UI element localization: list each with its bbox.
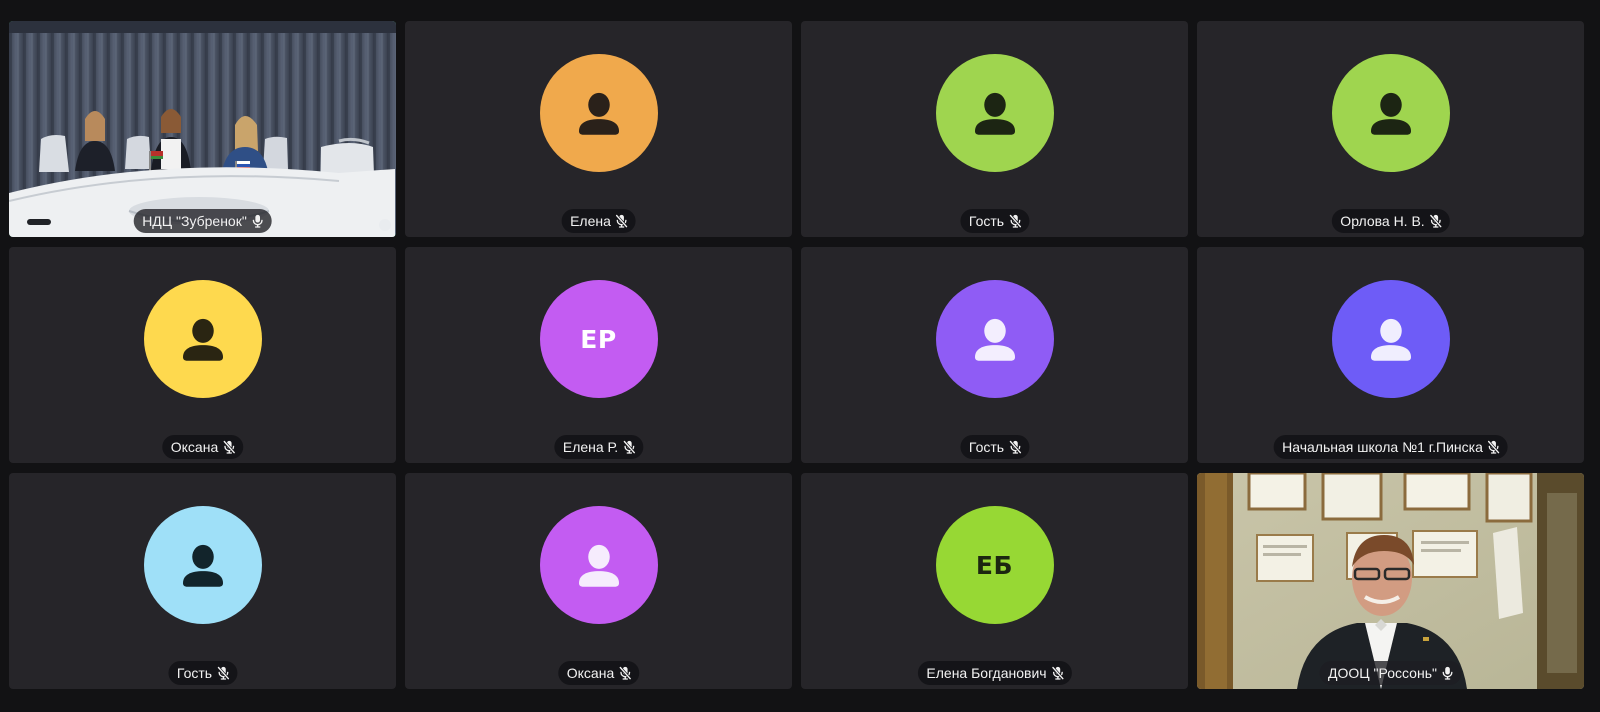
participant-tile[interactable]: Оксана	[405, 473, 792, 689]
person-icon	[1366, 314, 1416, 364]
participant-grid: НДЦ "Зубренок" Елена Гость Орлова Н. В. …	[9, 21, 1584, 691]
participant-name-label: ДООЦ "Россонь"	[1319, 661, 1462, 685]
microphone-muted-icon	[1009, 214, 1021, 228]
participant-name: Елена Р.	[562, 439, 619, 455]
participant-name-label: Гость	[167, 661, 238, 685]
avatar-initials: ЕБ	[975, 550, 1014, 580]
participant-name: Гость	[968, 439, 1005, 455]
participant-name: Орлова Н. В.	[1340, 213, 1425, 229]
person-icon	[1366, 88, 1416, 138]
participant-tile[interactable]: Начальная школа №1 г.Пинска	[1197, 247, 1584, 463]
participant-video	[9, 21, 396, 237]
participant-tile[interactable]: Елена	[405, 21, 792, 237]
participant-tile[interactable]: ЕР Елена Р.	[405, 247, 792, 463]
avatar-initials: ЕР	[580, 324, 617, 354]
participant-name-label: Начальная школа №1 г.Пинска	[1273, 435, 1508, 459]
participant-tile[interactable]: НДЦ "Зубренок"	[9, 21, 396, 237]
participant-tile[interactable]: ЕБ Елена Богданович	[801, 473, 1188, 689]
participant-name: Начальная школа №1 г.Пинска	[1282, 439, 1483, 455]
participant-tile[interactable]: Гость	[801, 247, 1188, 463]
person-icon	[178, 314, 228, 364]
microphone-muted-icon	[1052, 666, 1064, 680]
participant-name: Гость	[968, 213, 1005, 229]
microphone-muted-icon	[1488, 440, 1500, 454]
participant-name: Елена	[570, 213, 611, 229]
participant-name-label: Оксана	[161, 435, 244, 459]
participant-name-label: Елена Р.	[553, 435, 644, 459]
participant-name: НДЦ "Зубренок"	[142, 213, 247, 229]
person-icon	[970, 314, 1020, 364]
microphone-muted-icon	[619, 666, 631, 680]
avatar	[539, 54, 658, 172]
avatar	[539, 506, 658, 624]
avatar	[935, 280, 1054, 398]
participant-name: Оксана	[170, 439, 219, 455]
participant-name: Гость	[176, 665, 213, 681]
person-icon	[574, 88, 624, 138]
participant-name-label: НДЦ "Зубренок"	[133, 209, 272, 233]
participant-tile[interactable]: Гость	[9, 473, 396, 689]
person-icon	[178, 540, 228, 590]
participant-tile[interactable]: Орлова Н. В.	[1197, 21, 1584, 237]
avatar	[1331, 54, 1450, 172]
microphone-muted-icon	[1430, 214, 1442, 228]
avatar	[143, 280, 262, 398]
microphone-icon	[1442, 666, 1454, 680]
participant-tile[interactable]: Гость	[801, 21, 1188, 237]
participant-tile[interactable]: ДООЦ "Россонь"	[1197, 473, 1584, 689]
participant-name: ДООЦ "Россонь"	[1328, 665, 1437, 681]
participant-name-label: Оксана	[557, 661, 640, 685]
microphone-muted-icon	[217, 666, 229, 680]
avatar	[935, 54, 1054, 172]
participant-name-label: Гость	[959, 209, 1030, 233]
participant-name-label: Елена	[561, 209, 636, 233]
avatar	[143, 506, 262, 624]
participant-video	[1197, 473, 1584, 689]
avatar	[1331, 280, 1450, 398]
participant-name-label: Елена Богданович	[917, 661, 1072, 685]
participant-name-label: Орлова Н. В.	[1331, 209, 1450, 233]
microphone-muted-icon	[616, 214, 628, 228]
microphone-muted-icon	[223, 440, 235, 454]
avatar: ЕР	[539, 280, 658, 398]
participant-name: Оксана	[566, 665, 615, 681]
participant-name-label: Гость	[959, 435, 1030, 459]
participant-tile[interactable]: Оксана	[9, 247, 396, 463]
microphone-icon	[252, 214, 264, 228]
microphone-muted-icon	[1009, 440, 1021, 454]
person-icon	[970, 88, 1020, 138]
microphone-muted-icon	[623, 440, 635, 454]
person-icon	[574, 540, 624, 590]
avatar: ЕБ	[935, 506, 1054, 624]
participant-name: Елена Богданович	[926, 665, 1047, 681]
